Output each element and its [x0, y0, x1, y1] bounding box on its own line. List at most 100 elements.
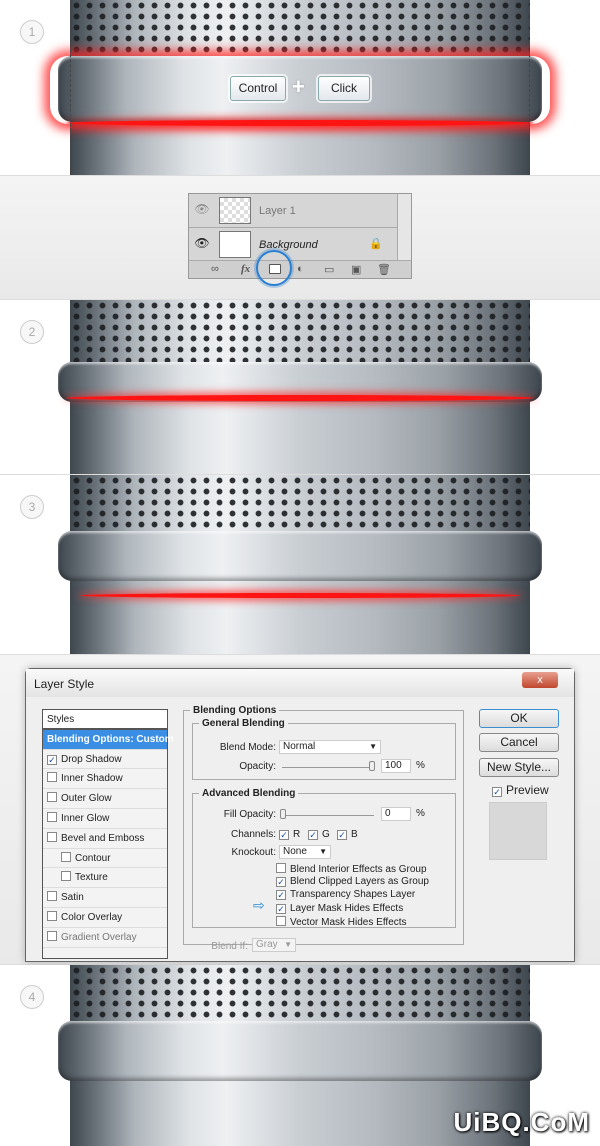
opacity-slider-handle[interactable]	[369, 761, 375, 771]
style-label: Bevel and Emboss	[61, 832, 145, 844]
checkbox[interactable]	[61, 871, 71, 882]
checkbox[interactable]: ✓	[337, 830, 347, 840]
step-number: 3	[20, 495, 44, 519]
style-item-outer-glow[interactable]: Outer Glow	[43, 789, 167, 809]
opacity-label: Opacity:	[239, 761, 276, 772]
layer-row[interactable]: 👁 Layer 1	[189, 194, 397, 228]
option-transparency-shapes[interactable]: ✓ Transparency Shapes Layer	[276, 889, 415, 900]
style-item-bevel-emboss[interactable]: Bevel and Emboss	[43, 829, 167, 849]
layers-panel-band: 👁 Layer 1 👁 Background 🔒 ∞ fx ◐ ▭ ▣ 🗑	[0, 176, 600, 300]
styles-header[interactable]: Styles	[43, 710, 167, 730]
knockout-value: None	[283, 846, 307, 857]
style-item-color-overlay[interactable]: Color Overlay	[43, 908, 167, 928]
option-label: Blend Clipped Layers as Group	[290, 876, 429, 887]
checkbox[interactable]	[47, 792, 57, 803]
checkbox[interactable]	[276, 916, 286, 926]
red-glow-line	[66, 120, 534, 126]
group-folder-icon[interactable]: ▭	[324, 263, 334, 276]
ok-button[interactable]: OK	[479, 709, 559, 728]
style-item-inner-shadow[interactable]: Inner Shadow	[43, 769, 167, 790]
trash-icon[interactable]: 🗑	[377, 263, 391, 276]
layers-toolbar: ∞ fx ◐ ▭ ▣ 🗑	[189, 260, 411, 278]
dropdown-arrow-icon: ▼	[284, 940, 292, 949]
style-label: Inner Glow	[61, 812, 110, 824]
blend-mode-label: Blend Mode:	[219, 742, 276, 753]
scrollbar[interactable]	[397, 194, 411, 260]
checkbox[interactable]: ✓	[308, 830, 318, 840]
eye-icon[interactable]: 👁	[193, 202, 211, 218]
fill-opacity-input[interactable]: 0	[381, 807, 411, 821]
option-vector-mask-hides-effects[interactable]: Vector Mask Hides Effects	[276, 916, 407, 928]
step-4-panel: 4 UiBQ.CoM	[0, 965, 600, 1146]
style-item-satin[interactable]: Satin	[43, 888, 167, 908]
checkbox[interactable]	[47, 772, 57, 783]
red-glow-line	[80, 593, 520, 598]
step-3-panel: 3	[0, 475, 600, 655]
channel-r[interactable]: ✓ R	[279, 829, 300, 840]
checkbox[interactable]: ✓	[276, 904, 286, 914]
click-key: Click	[318, 76, 370, 101]
preview-swatch	[489, 802, 547, 860]
blend-if-value: Gray	[256, 939, 278, 950]
checkbox[interactable]: ✓	[276, 877, 286, 887]
cylinder-body	[70, 120, 530, 175]
opacity-input[interactable]: 100	[381, 759, 411, 773]
style-item-blending-options[interactable]: Blending Options: Custom	[43, 729, 174, 750]
cylinder-ring	[58, 531, 542, 581]
style-label: Drop Shadow	[61, 753, 122, 765]
step-2-panel: 2	[0, 300, 600, 475]
fill-opacity-slider-handle[interactable]	[280, 809, 286, 819]
adjustment-layer-icon[interactable]: ◐	[297, 263, 304, 275]
layer-name: Layer 1	[259, 205, 296, 217]
knockout-select[interactable]: None ▼	[279, 845, 331, 859]
style-item-texture[interactable]: Texture	[43, 868, 167, 889]
checkbox[interactable]	[47, 811, 57, 822]
layer-style-dialog: Layer Style x Styles Blending Options: C…	[25, 668, 575, 962]
checkbox[interactable]	[47, 910, 57, 921]
lock-icon: 🔒	[369, 238, 383, 250]
checkbox[interactable]	[47, 891, 57, 902]
channel-b[interactable]: ✓ B	[337, 829, 358, 840]
style-label: Texture	[75, 872, 108, 884]
opacity-slider[interactable]	[282, 767, 374, 768]
option-label: Layer Mask Hides Effects	[290, 903, 404, 914]
plus-icon: +	[292, 74, 305, 99]
blend-if-label: Blend If:	[211, 941, 248, 952]
checkbox[interactable]	[47, 831, 57, 842]
checkbox[interactable]	[47, 930, 57, 941]
checkbox[interactable]: ✓	[276, 890, 286, 900]
style-item-inner-glow[interactable]: Inner Glow	[43, 809, 167, 829]
option-blend-clipped[interactable]: ✓ Blend Clipped Layers as Group	[276, 876, 429, 887]
style-item-gradient-overlay[interactable]: Gradient Overlay	[43, 928, 167, 948]
layer-name: Background	[259, 239, 318, 251]
option-blend-interior[interactable]: Blend Interior Effects as Group	[276, 863, 427, 875]
style-item-drop-shadow[interactable]: ✓ Drop Shadow	[43, 750, 167, 770]
general-blending-title: General Blending	[202, 718, 285, 729]
preview-checkbox[interactable]: ✓ Preview	[492, 783, 549, 797]
new-layer-icon[interactable]: ▣	[351, 263, 361, 276]
checkbox[interactable]	[276, 863, 286, 873]
red-glow-line	[66, 395, 534, 401]
checkbox[interactable]: ✓	[279, 830, 289, 840]
layer-row[interactable]: 👁 Background 🔒	[189, 228, 397, 262]
eye-icon[interactable]: 👁	[193, 236, 211, 252]
fill-opacity-slider[interactable]	[282, 815, 374, 816]
blend-mode-select[interactable]: Normal ▼	[279, 740, 381, 754]
close-button[interactable]: x	[522, 672, 558, 688]
option-layer-mask-hides-effects[interactable]: ✓ Layer Mask Hides Effects	[276, 903, 403, 914]
link-icon[interactable]: ∞	[211, 263, 219, 275]
option-label: Blend Interior Effects as Group	[290, 864, 427, 875]
watermark: UiBQ.CoM	[453, 1107, 590, 1137]
style-item-contour[interactable]: Contour	[43, 849, 167, 869]
cancel-button[interactable]: Cancel	[479, 733, 559, 752]
style-label: Outer Glow	[61, 793, 112, 805]
checkbox[interactable]: ✓	[47, 754, 57, 765]
arrow-pointer-icon: ⇨	[253, 897, 265, 913]
checkbox[interactable]	[61, 851, 71, 862]
step-number: 2	[20, 320, 44, 344]
checkbox[interactable]: ✓	[492, 787, 502, 797]
fx-icon[interactable]: fx	[241, 263, 250, 275]
blend-if-select[interactable]: Gray ▼	[252, 938, 296, 952]
new-style-button[interactable]: New Style...	[479, 758, 559, 777]
channel-g[interactable]: ✓ G	[308, 829, 330, 840]
